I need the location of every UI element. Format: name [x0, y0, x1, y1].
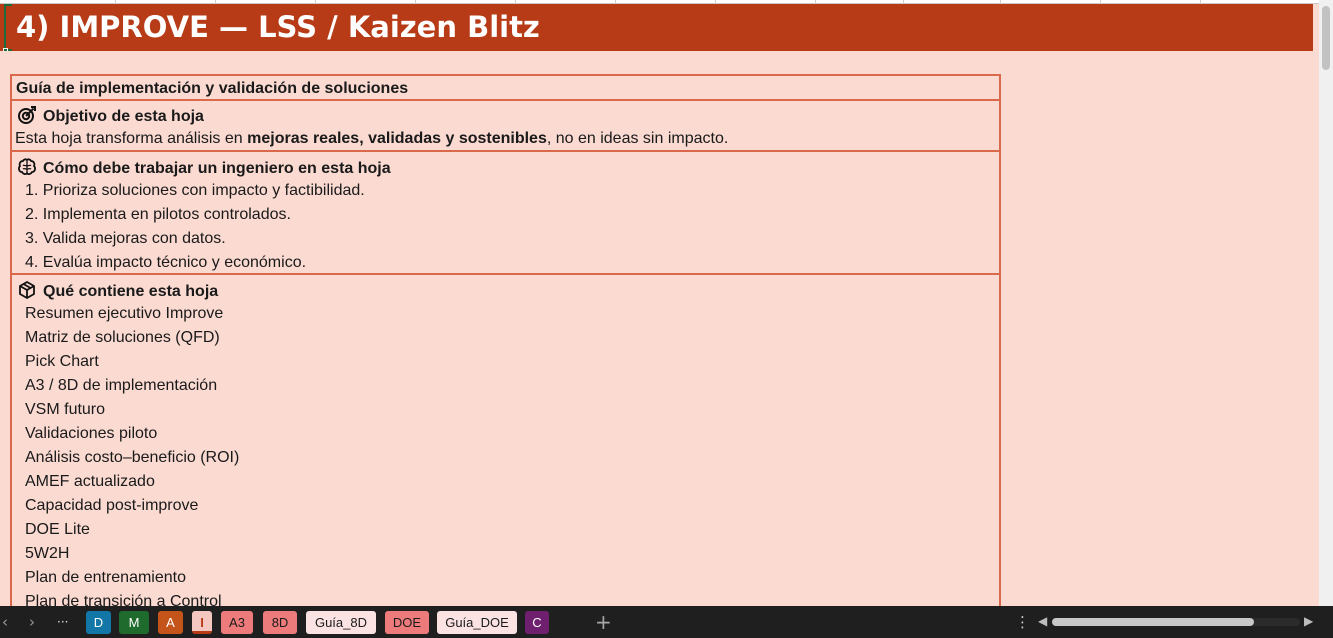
sheet-tab-label: Guía_DOE [445, 615, 509, 630]
content-item: Pick Chart [25, 353, 99, 370]
step-item: 3. Valida mejoras con datos. [25, 230, 226, 247]
sheet-tab[interactable]: C [525, 611, 549, 634]
step-item: 2. Implementa en pilotos controlados. [25, 206, 291, 223]
sheet-tab[interactable]: DOE [385, 611, 429, 634]
how-heading: Cómo debe trabajar un ingeniero en esta … [43, 160, 391, 177]
objective-text: Esta hoja transforma análisis en mejoras… [15, 130, 728, 148]
objective-heading: Objetivo de esta hoja [43, 108, 204, 125]
content-item: Capacidad post-improve [25, 497, 199, 514]
step-item: 1. Prioriza soluciones con impacto y fac… [25, 182, 365, 199]
content-item: VSM futuro [25, 401, 106, 418]
contents-heading: Qué contiene esta hoja [43, 283, 219, 300]
objective-heading-row: Objetivo de esta hoja [18, 106, 204, 126]
content-item: Análisis costo–beneficio (ROI) [25, 449, 240, 466]
sheet-tab[interactable]: A3 [221, 611, 253, 634]
sheet-tab[interactable]: 8D [263, 611, 297, 634]
sheet-tab[interactable]: Guía_DOE [437, 611, 517, 634]
scroll-right-arrow-icon[interactable]: ▶ [1304, 614, 1313, 628]
sheet-tab-label: D [93, 615, 104, 630]
content-item: Plan de entrenamiento [25, 569, 186, 586]
sheet-tab[interactable]: A [158, 611, 183, 634]
content-item: Validaciones piloto [25, 425, 158, 442]
sheet-tab-label: Guía_8D [314, 615, 368, 630]
content-item: 5W2H [25, 545, 70, 562]
sheet-tab-active[interactable]: I [192, 611, 212, 634]
sheet-tab-label: A3 [229, 615, 245, 630]
how-to-work-section[interactable]: Cómo debe trabajar un ingeniero en esta … [10, 150, 1001, 274]
content-item: AMEF actualizado [25, 473, 155, 490]
sheet-title: 4) IMPROVE — LSS / Kaizen Blitz [16, 10, 540, 44]
contents-heading-row: Qué contiene esta hoja [18, 281, 218, 301]
sheet-tab-label: I [200, 615, 204, 630]
guide-header: Guía de implementación y validación de s… [16, 80, 409, 97]
objective-text-start: Esta hoja transforma análisis en [15, 130, 248, 147]
add-sheet-icon[interactable]: + [595, 610, 612, 634]
how-heading-row: Cómo debe trabajar un ingeniero en esta … [18, 158, 391, 178]
scroll-left-arrow-icon[interactable]: ◀ [1038, 614, 1047, 628]
content-item: A3 / 8D de implementación [25, 377, 218, 394]
sheet-tab-label: 8D [271, 615, 289, 630]
sheet-tab[interactable]: M [119, 611, 149, 634]
selected-cell-indicator [4, 4, 12, 51]
sheet-tab-label: DOE [392, 615, 422, 630]
options-menu-icon[interactable]: ⋮ [1015, 613, 1030, 631]
sheet-tab-bar: ‹ › ··· D M A I A3 8D Guía_8D DOE Guía_D… [0, 606, 1333, 638]
more-tabs-icon[interactable]: ··· [57, 615, 68, 629]
target-icon [18, 106, 36, 124]
content-item: Matriz de soluciones (QFD) [25, 329, 220, 346]
content-item: DOE Lite [25, 521, 90, 538]
objective-text-end: , no en ideas sin impacto. [546, 130, 729, 147]
package-icon [19, 281, 35, 299]
horizontal-scroll-thumb[interactable] [1052, 618, 1254, 626]
scroll-tabs-right-icon[interactable]: › [29, 613, 35, 631]
contents-section[interactable]: Qué contiene esta hoja Resumen ejecutivo… [10, 273, 1001, 610]
step-item: 4. Evalúa impacto técnico y económico. [25, 254, 307, 271]
objective-text-bold: mejoras reales, validadas y sostenibles [247, 130, 547, 147]
vertical-scrollbar[interactable] [1319, 0, 1333, 606]
sheet-tab-label: M [128, 615, 140, 630]
sheet-tab[interactable]: Guía_8D [306, 611, 376, 634]
objective-section[interactable]: Objetivo de esta hoja Esta hoja transfor… [10, 99, 1001, 150]
sheet-tab-label: A [166, 615, 175, 630]
sheet-title-band[interactable]: 4) IMPROVE — LSS / Kaizen Blitz [0, 4, 1313, 53]
sheet-tab-label: C [532, 615, 542, 630]
guide-header-cell[interactable]: Guía de implementación y validación de s… [10, 74, 1001, 100]
content-item: Resumen ejecutivo Improve [25, 305, 224, 322]
brain-icon [18, 158, 36, 175]
vertical-scroll-thumb[interactable] [1322, 6, 1330, 70]
sheet-tab[interactable]: D [86, 611, 111, 634]
scroll-tabs-left-icon[interactable]: ‹ [2, 613, 8, 631]
